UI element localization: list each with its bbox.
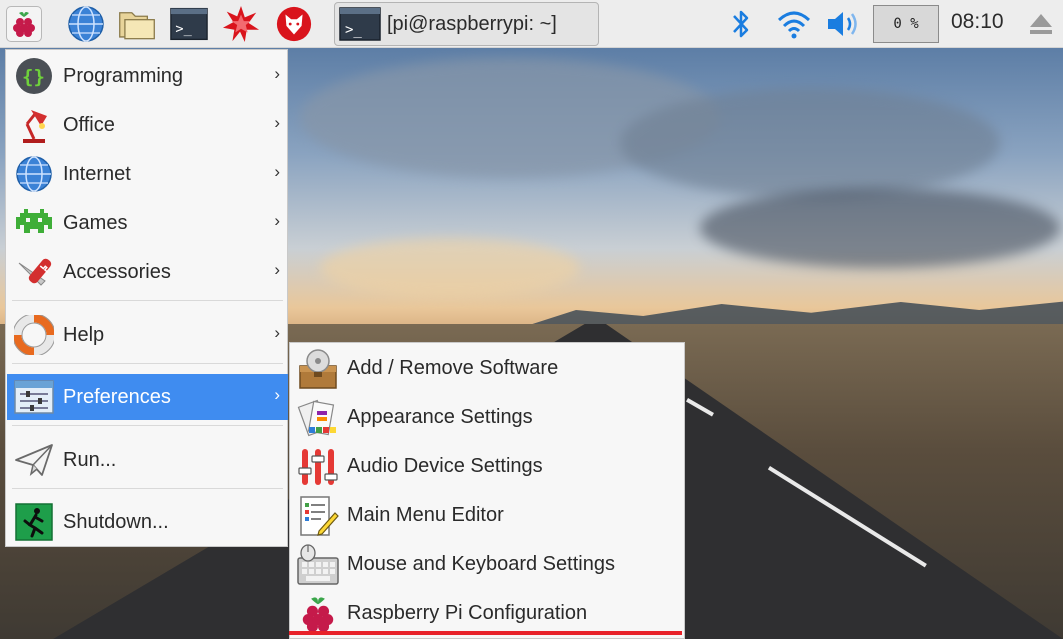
wifi-button[interactable]: [775, 5, 813, 43]
menu-separator: [12, 300, 283, 301]
menu-item-label: Internet: [63, 162, 131, 185]
menu-item-label: Preferences: [63, 385, 171, 408]
raspberry-pi-menu-button[interactable]: [6, 6, 42, 42]
wolfram-icon: [276, 6, 312, 42]
web-browser-icon: [68, 6, 104, 42]
mouse-keyboard-icon: [296, 543, 340, 587]
file-manager-launcher[interactable]: [118, 5, 156, 43]
menu-item-help[interactable]: Help ›: [7, 312, 288, 358]
menu-item-label: Run...: [63, 448, 117, 471]
web-browser-launcher[interactable]: [67, 5, 105, 43]
menu-item-games[interactable]: Games ›: [7, 200, 288, 246]
submenu-item-main-menu-editor[interactable]: Main Menu Editor: [291, 491, 683, 540]
accessories-knife-icon: [13, 251, 55, 293]
help-lifebuoy-icon: [13, 314, 55, 356]
submenu-arrow-icon: ›: [274, 211, 280, 230]
cpu-usage-value: 0 %: [893, 16, 919, 32]
bluetooth-icon: [733, 10, 749, 38]
volume-icon: [828, 12, 857, 36]
top-panel: >_ >_ [pi@raspberrypi: ~] 0 % 08:10: [0, 0, 1063, 48]
menu-separator: [12, 488, 283, 489]
menu-item-run[interactable]: Run...: [7, 437, 288, 483]
menu-separator: [12, 363, 283, 364]
svg-text:{}: {}: [22, 66, 45, 88]
submenu-arrow-icon: ›: [274, 64, 280, 83]
volume-button[interactable]: [825, 5, 863, 43]
preferences-icon: [13, 376, 55, 418]
eject-button[interactable]: [1022, 5, 1060, 43]
menu-item-label: Office: [63, 113, 115, 136]
games-invader-icon: [13, 202, 55, 244]
svg-text:>_: >_: [175, 21, 192, 37]
svg-text:>_: >_: [345, 22, 362, 38]
appearance-palette-icon: [296, 396, 340, 440]
raspberry-pi-config-icon: [296, 592, 340, 636]
submenu-item-mouse-keyboard-settings[interactable]: Mouse and Keyboard Settings: [291, 540, 683, 589]
programming-icon: {}: [13, 55, 55, 97]
menu-item-label: Games: [63, 211, 128, 234]
bluetooth-button[interactable]: [722, 5, 760, 43]
submenu-item-label: Appearance Settings: [347, 406, 533, 428]
eject-icon: [1030, 14, 1052, 34]
menu-editor-icon: [296, 494, 340, 538]
wolfram-launcher[interactable]: [275, 5, 313, 43]
submenu-arrow-icon: ›: [274, 385, 280, 404]
submenu-arrow-icon: ›: [274, 113, 280, 132]
taskbar-window-title: [pi@raspberrypi: ~]: [387, 12, 557, 35]
submenu-item-label: Add / Remove Software: [347, 357, 559, 379]
menu-item-shutdown[interactable]: Shutdown...: [7, 499, 288, 545]
menu-item-office[interactable]: Office ›: [7, 102, 288, 148]
submenu-item-label: Audio Device Settings: [347, 455, 543, 477]
mathematica-icon: [222, 5, 260, 43]
annotation-underline: [289, 631, 682, 635]
menu-item-label: Programming: [63, 64, 184, 87]
menu-separator: [12, 425, 283, 426]
submenu-item-label: Mouse and Keyboard Settings: [347, 553, 615, 575]
taskbar-terminal-window[interactable]: >_ [pi@raspberrypi: ~]: [334, 2, 599, 46]
submenu-item-appearance-settings[interactable]: Appearance Settings: [291, 393, 683, 442]
submenu-item-label: Raspberry Pi Configuration: [347, 602, 588, 624]
menu-item-internet[interactable]: Internet ›: [7, 151, 288, 197]
submenu-arrow-icon: ›: [274, 323, 280, 342]
submenu-item-add-remove-software[interactable]: Add / Remove Software: [291, 344, 683, 393]
menu-item-accessories[interactable]: Accessories ›: [7, 249, 288, 295]
cpu-usage-monitor[interactable]: 0 %: [873, 5, 939, 43]
menu-item-label: Shutdown...: [63, 510, 169, 533]
submenu-item-label: Main Menu Editor: [347, 504, 504, 526]
raspberry-pi-menu-icon: [13, 12, 35, 37]
main-menu: {} Programming › Office › Internet › Gam…: [5, 49, 288, 547]
mathematica-launcher[interactable]: [222, 5, 260, 43]
file-manager-icon: [119, 12, 155, 40]
audio-sliders-icon: [296, 445, 340, 489]
internet-globe-icon: [13, 153, 55, 195]
wifi-icon: [777, 11, 811, 39]
menu-item-label: Help: [63, 323, 105, 346]
menu-item-programming[interactable]: {} Programming ›: [7, 53, 288, 99]
shutdown-exit-icon: [13, 501, 55, 543]
software-package-icon: [296, 347, 340, 391]
preferences-submenu: Add / Remove Software Appearance Setting…: [289, 342, 685, 639]
submenu-arrow-icon: ›: [274, 162, 280, 181]
submenu-arrow-icon: ›: [274, 260, 280, 279]
office-icon: [13, 104, 55, 146]
terminal-icon: >_: [339, 7, 381, 41]
terminal-icon: >_: [170, 7, 208, 41]
clock[interactable]: 08:10: [951, 10, 1004, 34]
terminal-launcher[interactable]: >_: [170, 5, 208, 43]
menu-item-label: Accessories: [63, 260, 171, 283]
menu-item-preferences[interactable]: Preferences ›: [7, 374, 288, 420]
run-paper-plane-icon: [13, 439, 55, 481]
submenu-item-audio-device-settings[interactable]: Audio Device Settings: [291, 442, 683, 491]
